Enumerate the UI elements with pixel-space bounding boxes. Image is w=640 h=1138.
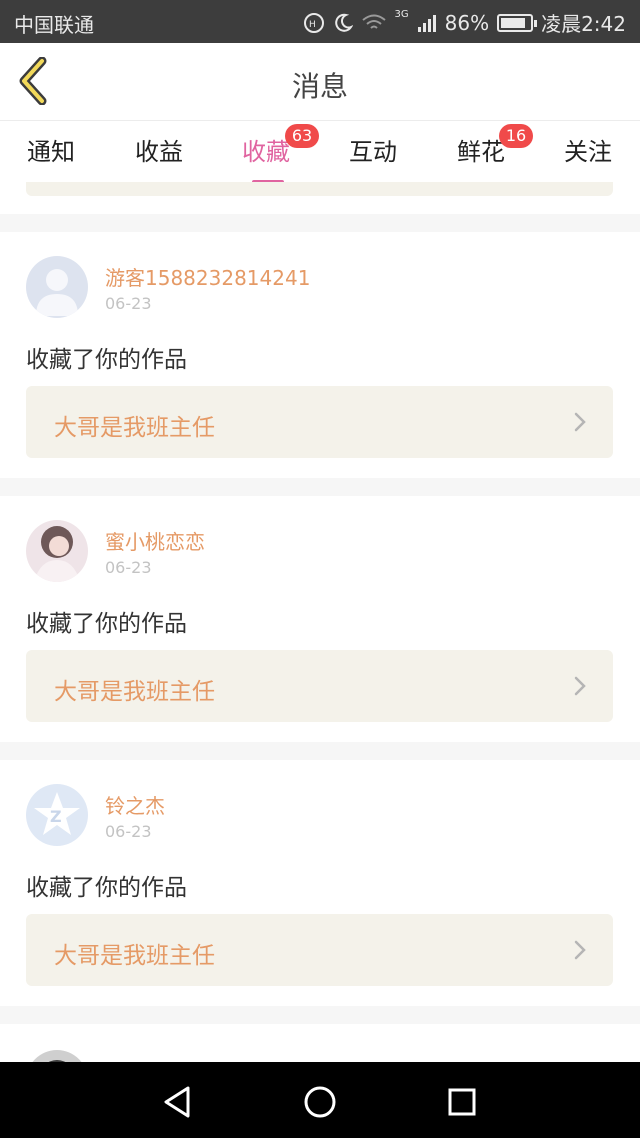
status-icons: H 3G 86% 凌晨2:42 [303,8,626,37]
svg-text:Z: Z [50,807,62,826]
photo-avatar-icon [26,520,88,582]
work-title: 大哥是我班主任 [54,679,215,705]
list-item: 蜜小桃恋恋 06-23 收藏了你的作品 大哥是我班主任 [0,496,640,742]
action-text: 收藏了你的作品 [26,611,187,637]
list-item-partial [0,182,640,214]
message-tabs: 通知 收益 收藏 63 互动 鲜花 16 关注 [0,122,640,184]
chevron-right-icon [574,940,586,960]
nav-home-icon[interactable] [300,1082,340,1122]
avatar[interactable] [26,520,88,582]
favorites-feed[interactable]: 游客1588232814241 06-23 收藏了你的作品 大哥是我班主任 蜜小… [0,182,640,1062]
timestamp: 06-23 [105,558,152,577]
nav-recents-icon[interactable] [442,1082,482,1122]
hd-call-icon: H [303,12,324,33]
tab-label: 互动 [349,138,397,166]
top-bar: 消息 [0,43,640,121]
tab-label: 收藏 [242,138,290,166]
user-name[interactable]: 铃之杰 [105,790,165,819]
tab-label: 鲜花 [457,138,505,166]
chevron-right-icon [574,412,586,432]
work-title: 大哥是我班主任 [54,943,215,969]
work-title: 大哥是我班主任 [54,415,215,441]
avatar[interactable] [26,256,88,318]
default-person-avatar-icon [26,256,88,318]
carrier-label: 中国联通 [14,13,94,37]
page-title: 消息 [291,70,348,103]
avatar[interactable] [26,1050,88,1062]
list-item: Z 铃之杰 06-23 收藏了你的作品 大哥是我班主任 [0,760,640,1006]
action-text: 收藏了你的作品 [26,875,187,901]
tab-follows[interactable]: 关注 [538,132,638,167]
tab-earnings[interactable]: 收益 [109,132,209,167]
tab-label: 收益 [135,138,183,166]
flowers-count-badge: 16 [499,124,533,148]
tab-label: 通知 [27,138,75,166]
list-item-partial [0,1024,640,1062]
timestamp: 06-23 [105,294,152,313]
battery-fill [501,17,526,28]
tab-favorites[interactable]: 收藏 63 [216,124,319,184]
battery-percent: 86% [444,10,490,35]
avatar[interactable]: Z [26,784,88,846]
tab-flowers[interactable]: 鲜花 16 [431,124,533,167]
work-link-partial[interactable] [26,182,613,196]
wifi-icon [361,14,386,29]
svg-text:H: H [309,20,316,30]
system-nav-bar [0,1062,640,1138]
tab-interactions[interactable]: 互动 [323,132,423,167]
work-link[interactable]: 大哥是我班主任 [26,650,613,722]
signal-icon [417,14,436,32]
battery-icon [497,13,538,32]
network-type-label: 3G [394,9,409,20]
clock: 凌晨2:42 [541,12,626,36]
work-link[interactable]: 大哥是我班主任 [26,386,613,458]
photo-avatar-icon [26,1050,88,1062]
moon-icon [334,13,353,32]
nav-back-icon[interactable] [158,1082,198,1122]
user-name[interactable]: 蜜小桃恋恋 [105,526,205,555]
timestamp: 06-23 [105,822,152,841]
default-star-avatar-icon: Z [26,784,88,846]
tab-notice[interactable]: 通知 [1,132,101,167]
action-text: 收藏了你的作品 [26,347,187,373]
tab-label: 关注 [564,138,612,166]
status-bar: 中国联通 H 3G 86% 凌晨2:42 [0,0,640,43]
user-name[interactable]: 游客1588232814241 [105,262,310,291]
work-link[interactable]: 大哥是我班主任 [26,914,613,986]
chevron-right-icon [574,676,586,696]
favorites-count-badge: 63 [285,124,319,148]
list-item: 游客1588232814241 06-23 收藏了你的作品 大哥是我班主任 [0,232,640,478]
